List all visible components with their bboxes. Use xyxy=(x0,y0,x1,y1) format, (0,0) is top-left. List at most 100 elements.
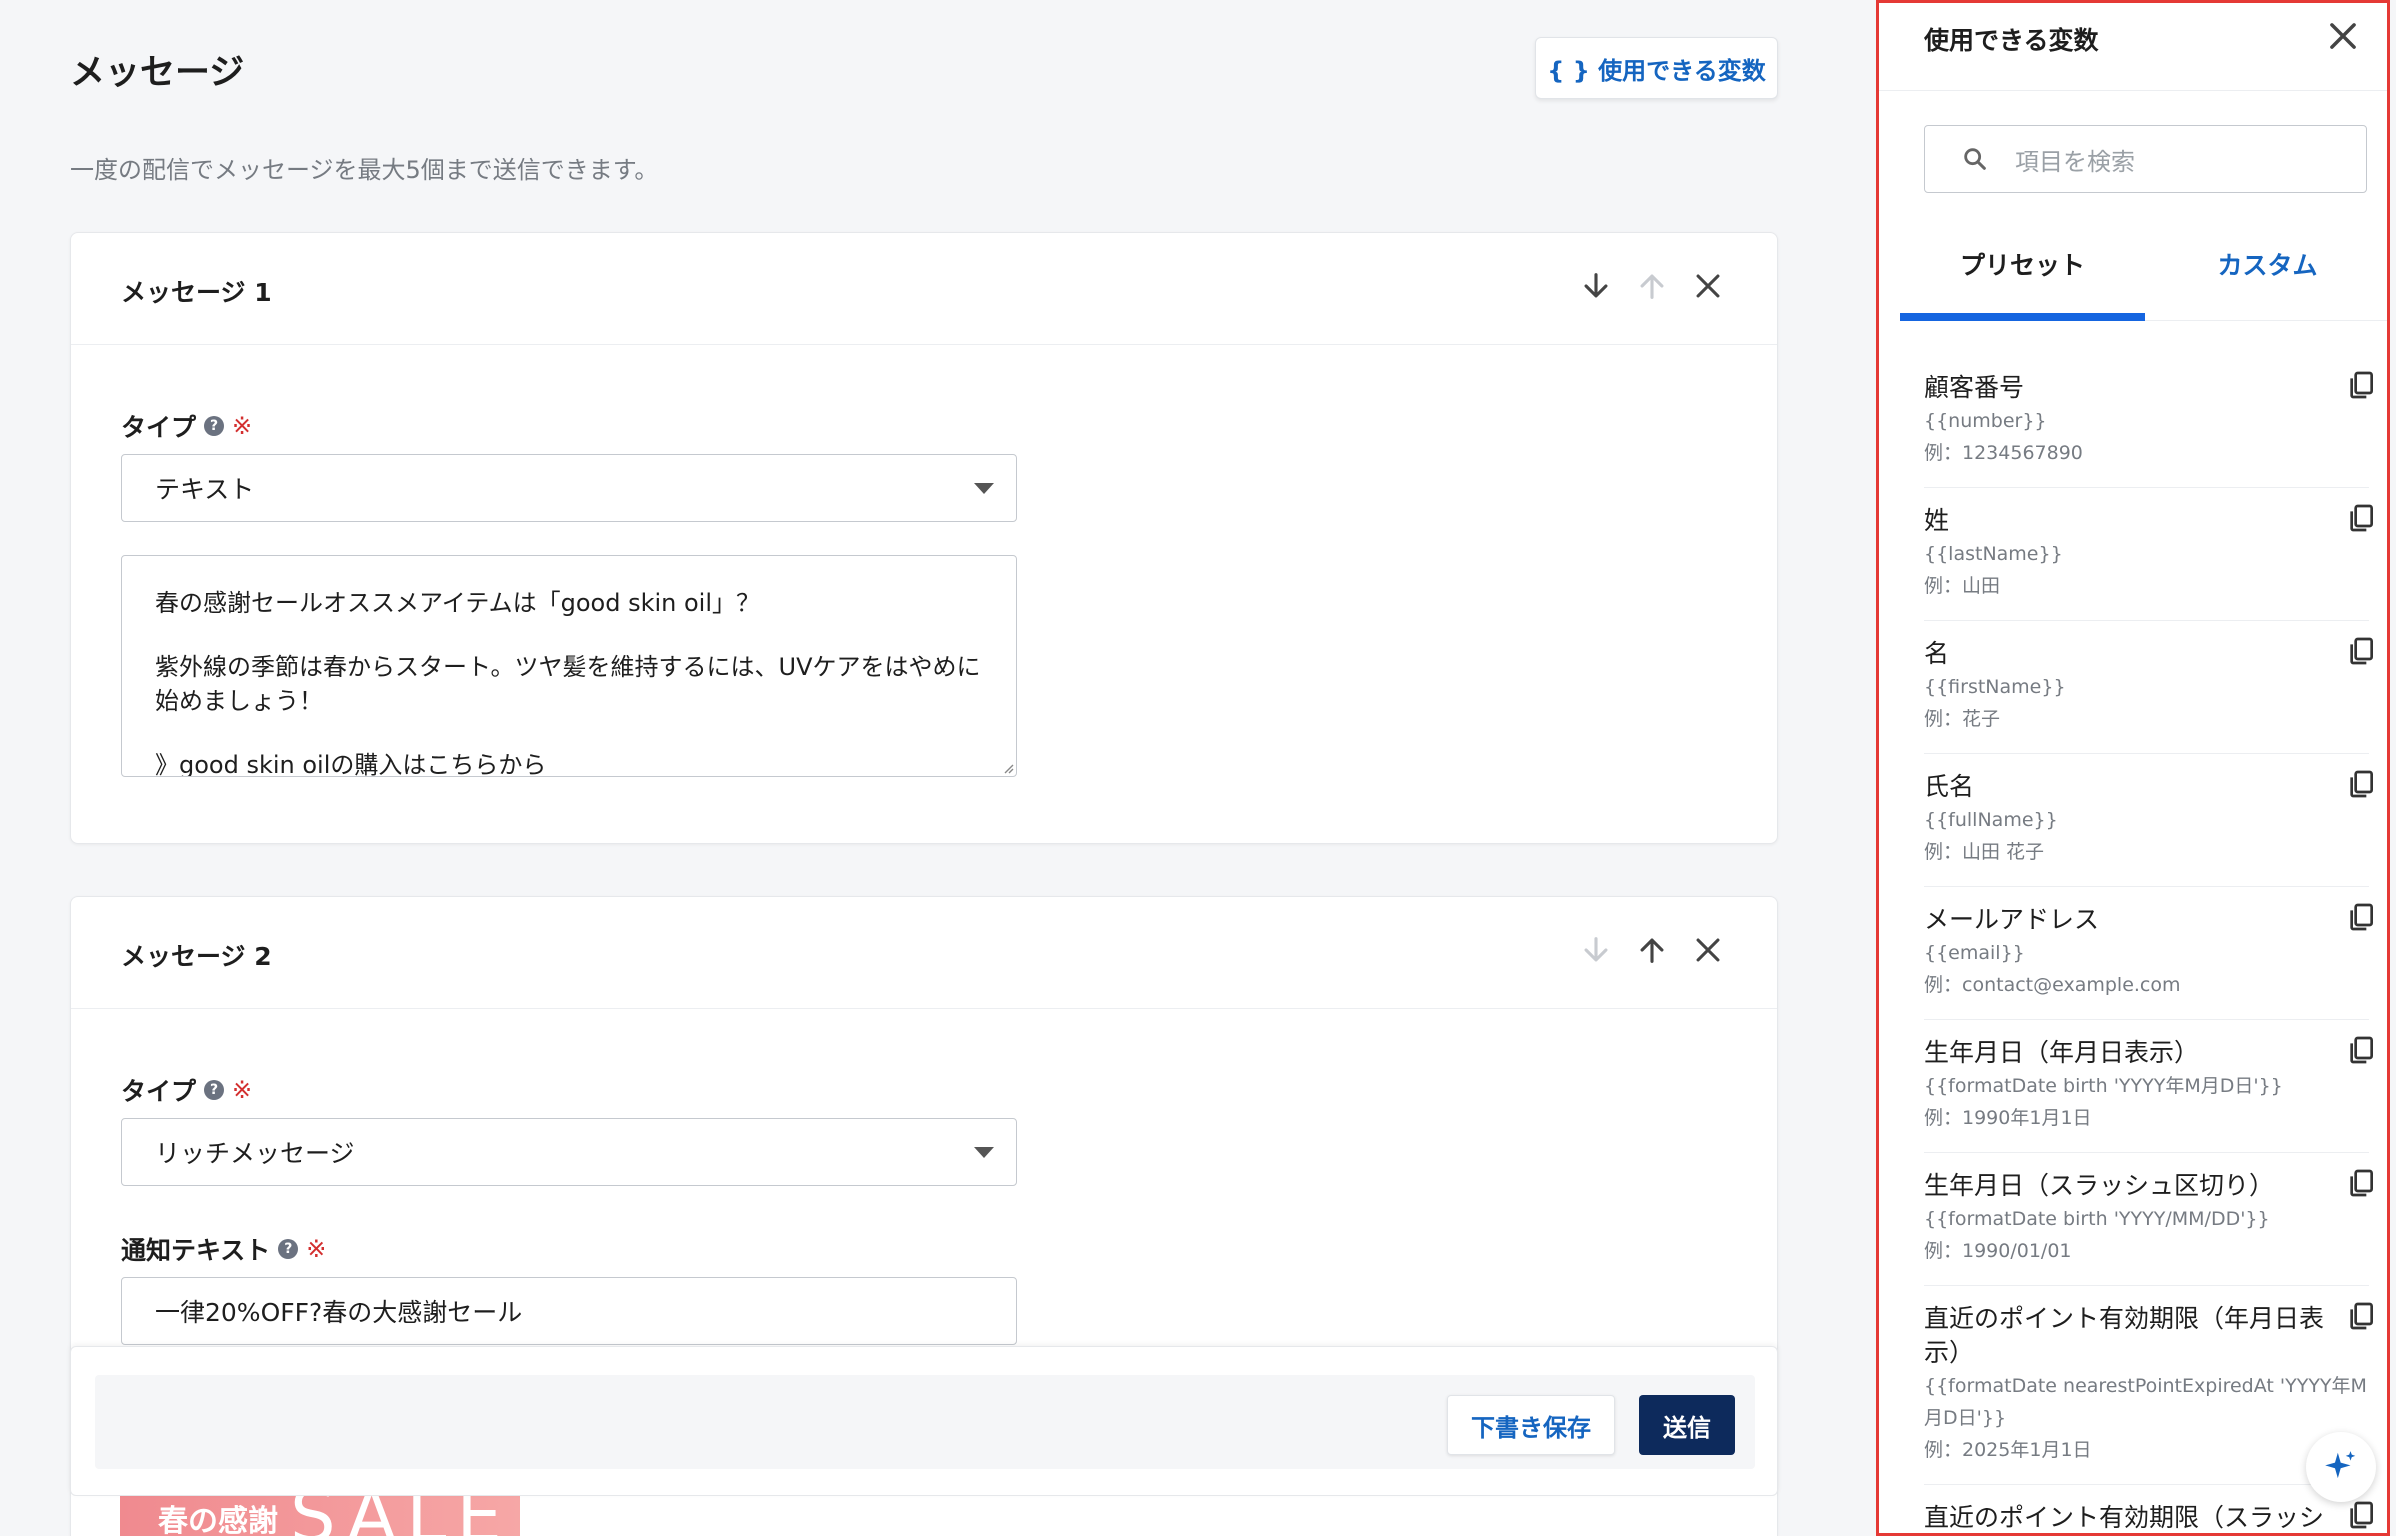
copy-icon[interactable] xyxy=(2345,1167,2377,1199)
type-select[interactable]: テキスト xyxy=(121,454,1017,522)
type-select-value: リッチメッセージ xyxy=(155,1139,355,1168)
variables-panel: 使用できる変数 項目を検索 プリセット カスタム 顧客番号 {{number}} 例… xyxy=(1876,0,2390,1536)
close-icon xyxy=(1696,274,1720,298)
type-label-text: タイプ xyxy=(121,1077,197,1106)
message-card-actions xyxy=(1577,267,1727,305)
type-select-value: テキスト xyxy=(155,475,255,504)
footer-action-bar: 下書き保存 送信 xyxy=(70,1346,1778,1496)
variable-example: 例：山田 xyxy=(1924,575,2001,597)
variable-example: 例：山田 花子 xyxy=(1924,841,2045,863)
copy-icon[interactable] xyxy=(2345,1499,2377,1531)
footer-inner: 下書き保存 送信 xyxy=(95,1375,1755,1469)
tab-preset[interactable]: プリセット xyxy=(1900,231,2145,321)
resize-handle-icon[interactable] xyxy=(1000,760,1014,774)
variable-item: 姓 {{lastName}} 例：山田 xyxy=(1924,488,2373,621)
variable-name: 名 xyxy=(1924,639,1950,668)
page-subtitle: 一度の配信でメッセージを最大5個まで送信できます。 xyxy=(70,156,659,184)
sparkle-icon xyxy=(2325,1451,2356,1479)
body-line: 紫外線の季節は春からスタート。ツヤ髪を維持するには、UVケアをはやめに始めましょ… xyxy=(155,653,981,715)
message-card-title: メッセージ 2 xyxy=(121,942,272,971)
message-body-textarea[interactable]: 春の感謝セールオススメアイテムは「good skin oil」？ 紫外線の季節は… xyxy=(121,555,1017,777)
body-line: 》good skin oilの購入はこちらから xyxy=(155,751,547,777)
variable-example: 例：花子 xyxy=(1924,708,2001,730)
search-icon xyxy=(1964,148,1986,170)
required-mark: ※ xyxy=(232,1076,253,1104)
delete-message-button[interactable] xyxy=(1689,267,1727,305)
variable-code: {{lastName}} xyxy=(1924,543,2063,565)
search-placeholder: 項目を検索 xyxy=(2015,147,2135,176)
rich-message-banner-image: 春の感謝 SALE xyxy=(120,1496,520,1536)
variable-name: メールアドレス xyxy=(1924,905,2100,934)
variable-item: 氏名 {{fullName}} 例：山田 花子 xyxy=(1924,754,2373,887)
copy-icon[interactable] xyxy=(2345,635,2377,667)
delete-message-button[interactable] xyxy=(1689,931,1727,969)
chevron-down-icon xyxy=(974,483,994,494)
variable-name: 氏名 xyxy=(1924,772,1975,801)
variable-item: 名 {{firstName}} 例：花子 xyxy=(1924,621,2373,754)
panel-tabs: プリセット カスタム xyxy=(1900,231,2387,321)
type-select[interactable]: リッチメッセージ xyxy=(121,1118,1017,1186)
variable-item: 直近のポイント有効期限（スラッシュ区切り） xyxy=(1924,1485,2373,1533)
move-up-button[interactable] xyxy=(1633,931,1671,969)
move-down-button[interactable] xyxy=(1577,931,1615,969)
main-content: メッセージ { } 使用できる変数 一度の配信でメッセージを最大5個まで送信でき… xyxy=(70,0,1778,1536)
banner-text-small: 春の感謝 xyxy=(158,1504,278,1536)
notify-label-text: 通知テキスト xyxy=(121,1236,271,1265)
chevron-down-icon xyxy=(974,1147,994,1158)
variable-code: {{formatDate birth 'YYYY/MM/DD'}} xyxy=(1924,1208,2270,1230)
arrow-down-icon xyxy=(1584,937,1608,962)
notify-text-input[interactable]: 一律20%OFF?春の大感謝セール xyxy=(121,1277,1017,1345)
banner-text-big: SALE xyxy=(290,1496,512,1536)
notify-text-value: 一律20%OFF?春の大感謝セール xyxy=(155,1298,523,1327)
help-icon[interactable]: ? xyxy=(278,1239,299,1259)
copy-icon[interactable] xyxy=(2345,502,2377,534)
variable-code: {{formatDate nearestPointExpiredAt 'YYYY… xyxy=(1924,1375,2367,1429)
close-icon xyxy=(1696,938,1720,962)
variable-code: {{firstName}} xyxy=(1924,676,2066,698)
type-label: タイプ ? ※ xyxy=(121,1072,252,1108)
variable-name: 姓 xyxy=(1924,506,1950,535)
notify-text-label: 通知テキスト ? ※ xyxy=(121,1231,326,1267)
variable-example: 例：2025年1月1日 xyxy=(1924,1439,2092,1461)
send-button[interactable]: 送信 xyxy=(1639,1395,1735,1455)
search-input[interactable]: 項目を検索 xyxy=(1924,125,2367,193)
variable-name: 直近のポイント有効期限（スラッシュ区切り） xyxy=(1924,1503,2325,1532)
panel-header: 使用できる変数 xyxy=(1879,3,2387,91)
type-label: タイプ ? ※ xyxy=(121,408,252,444)
move-down-button[interactable] xyxy=(1577,267,1615,305)
variable-name: 生年月日（スラッシュ区切り） xyxy=(1924,1171,2275,1200)
help-icon[interactable]: ? xyxy=(204,1080,225,1100)
copy-icon[interactable] xyxy=(2345,768,2377,800)
close-icon[interactable] xyxy=(2324,17,2362,55)
copy-icon[interactable] xyxy=(2345,369,2377,401)
variable-list: 顧客番号 {{number}} 例：1234567890 姓 {{lastName}} 例… xyxy=(1924,355,2373,1533)
copy-icon[interactable] xyxy=(2345,1034,2377,1066)
required-mark: ※ xyxy=(306,1235,327,1263)
variable-example: 例：1234567890 xyxy=(1924,442,2083,464)
variable-code: {{email}} xyxy=(1924,942,2025,964)
help-icon[interactable]: ? xyxy=(204,416,225,436)
move-up-button[interactable] xyxy=(1633,267,1671,305)
variable-item: 直近のポイント有効期限（年月日表示） {{formatDate nearestPo… xyxy=(1924,1286,2373,1485)
panel-title: 使用できる変数 xyxy=(1924,26,2099,55)
save-draft-button[interactable]: 下書き保存 xyxy=(1447,1395,1615,1455)
variable-example: 例：1990年1月1日 xyxy=(1924,1107,2092,1129)
ai-assistant-button[interactable] xyxy=(2306,1432,2376,1502)
arrow-up-icon xyxy=(1640,938,1664,963)
variable-name: 生年月日（年月日表示） xyxy=(1924,1038,2200,1067)
message-card-actions xyxy=(1577,931,1727,969)
variable-code: {{number}} xyxy=(1924,410,2047,432)
variable-example: 例：1990/01/01 xyxy=(1924,1240,2072,1262)
variable-name: 直近のポイント有効期限（年月日表示） xyxy=(1924,1304,2325,1367)
message-card-header: メッセージ 1 xyxy=(71,233,1777,345)
variable-name: 顧客番号 xyxy=(1924,373,2025,402)
tab-custom[interactable]: カスタム xyxy=(2145,231,2387,320)
variables-button[interactable]: { } 使用できる変数 xyxy=(1535,37,1778,99)
copy-icon[interactable] xyxy=(2345,1300,2377,1332)
copy-icon[interactable] xyxy=(2345,901,2377,933)
variable-item: 生年月日（スラッシュ区切り） {{formatDate birth 'YYYY/M… xyxy=(1924,1153,2373,1286)
variable-code: {{fullName}} xyxy=(1924,809,2058,831)
arrow-up-icon xyxy=(1640,274,1664,299)
variable-item: 顧客番号 {{number}} 例：1234567890 xyxy=(1924,355,2373,488)
page-title: メッセージ xyxy=(70,53,245,93)
